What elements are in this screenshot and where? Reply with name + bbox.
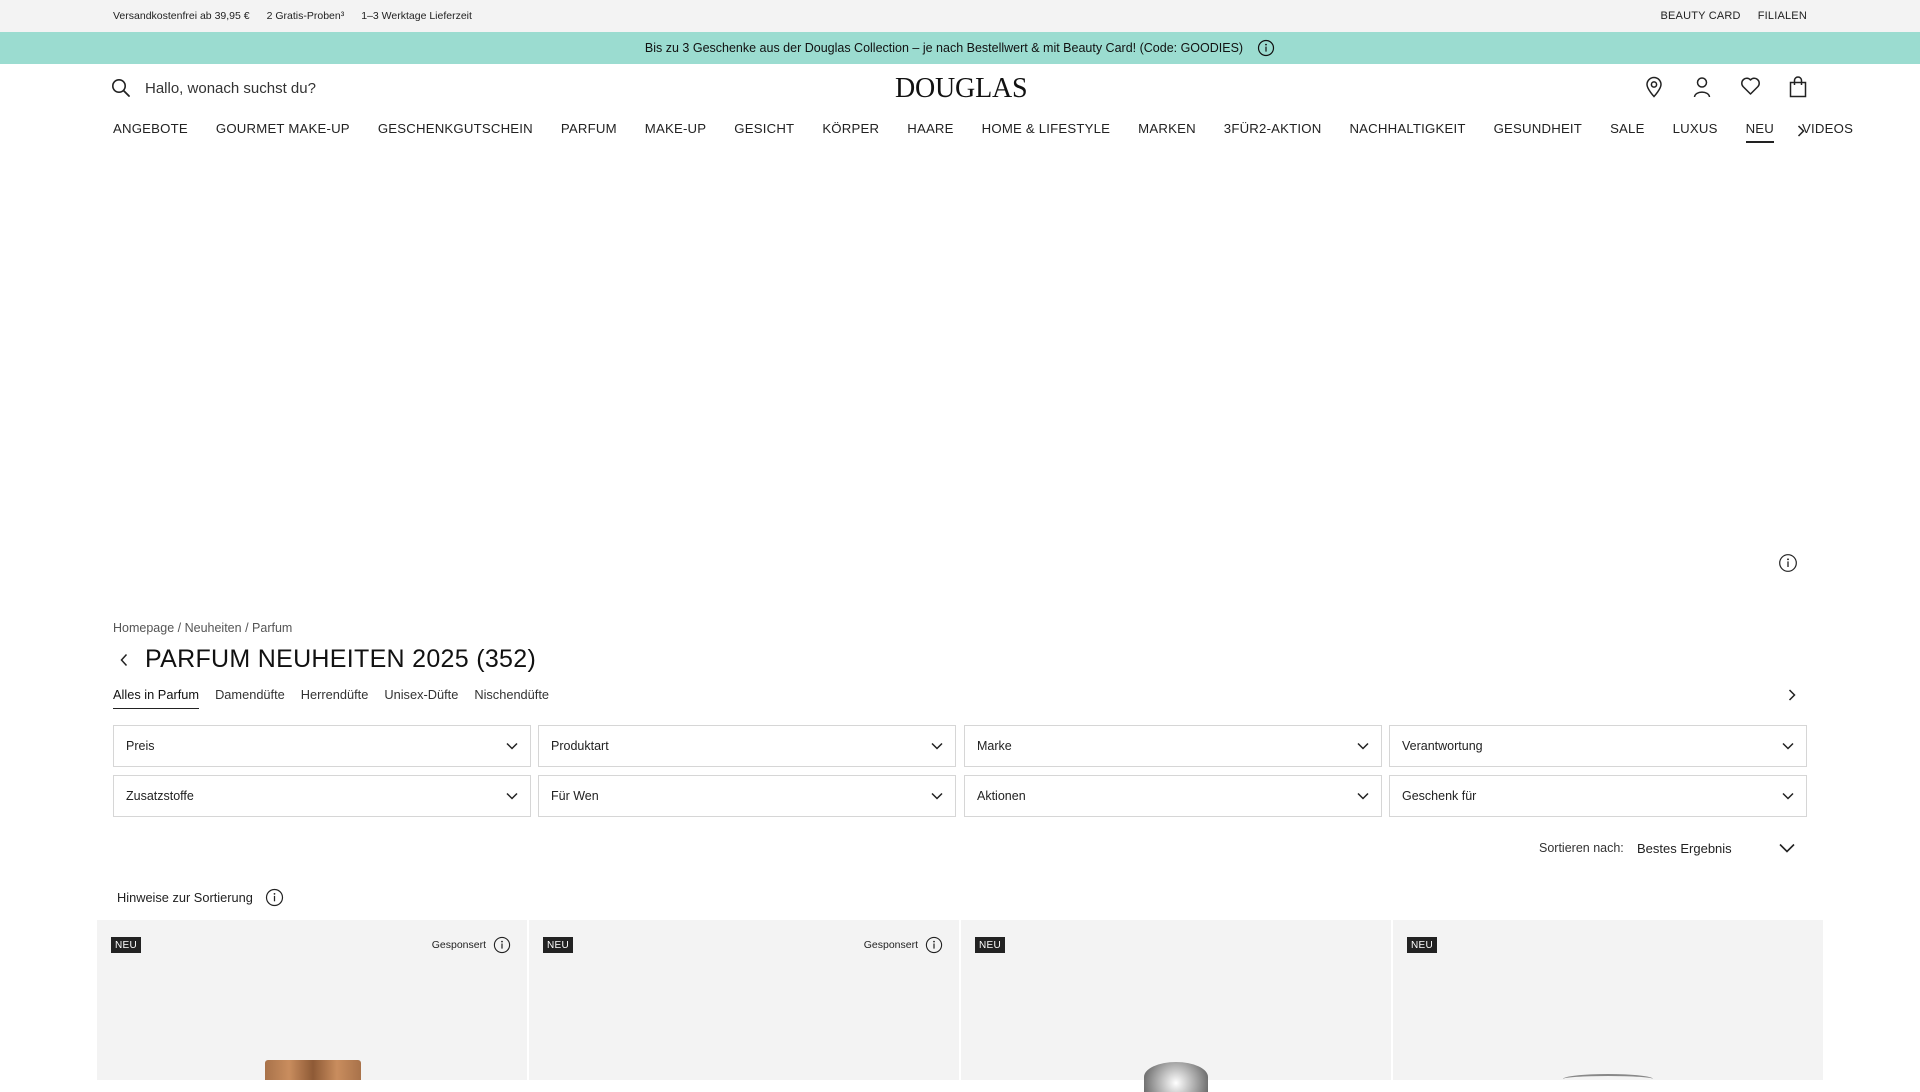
filter-preis[interactable]: Preis [113,725,531,767]
breadcrumb-homepage[interactable]: Homepage [113,621,174,635]
chevron-down-icon [1781,741,1795,751]
breadcrumb-parfum[interactable]: Parfum [252,621,292,635]
product-card[interactable]: NEU Gesponsert [97,920,527,1080]
filter-marke[interactable]: Marke [964,725,1382,767]
sorting-hint[interactable]: Hinweise zur Sortierung [117,888,284,907]
filter-label: Produktart [551,739,609,753]
sponsored-label[interactable]: Gesponsert [864,936,943,954]
sponsored-text: Gesponsert [863,939,918,951]
stores-link[interactable]: FILIALEN [1758,10,1807,22]
search-icon[interactable] [111,78,131,98]
chevron-down-icon [930,741,944,751]
info-icon[interactable] [1257,39,1275,57]
filter-label: Aktionen [977,789,1026,803]
page-title-text: PARFUM NEUHEITEN 2025 [145,645,469,673]
filter-verantwortung[interactable]: Verantwortung [1389,725,1807,767]
breadcrumb: Homepage / Neuheiten / Parfum [113,621,293,635]
nav-item-home-lifestyle[interactable]: HOME & LIFESTYLE [982,121,1111,145]
chevron-down-icon[interactable] [1778,842,1796,854]
filter-label: Geschenk für [1402,789,1477,803]
nav-item-koerper[interactable]: KÖRPER [822,121,879,145]
nav-item-marken[interactable]: MARKEN [1138,121,1196,145]
usp-free-shipping: Versandkostenfrei ab 39,95 € [113,10,250,22]
filter-produktart[interactable]: Produktart [538,725,956,767]
category-tabs: Alles in Parfum Damendüfte Herrendüfte U… [113,687,549,709]
chevron-down-icon [505,741,519,751]
nav-item-gesicht[interactable]: GESICHT [734,121,794,145]
nav-item-angebote[interactable]: ANGEBOTE [113,121,188,145]
sorting-hint-text: Hinweise zur Sortierung [117,890,253,905]
filter-label: Für Wen [551,789,599,803]
result-count: (352) [476,645,537,673]
chevron-down-icon [1781,791,1795,801]
info-icon[interactable] [1778,553,1798,573]
sponsored-text: Gesponsert [431,939,486,951]
nav-item-make-up[interactable]: MAKE-UP [645,121,706,145]
cart-icon[interactable] [1789,76,1807,98]
douglas-logo[interactable]: DOUGLAS [895,73,1028,105]
sort-select[interactable]: Bestes Ergebnis [1637,841,1732,856]
nav-item-videos[interactable]: VIDEOS [1802,121,1853,145]
product-image[interactable] [1144,1062,1208,1092]
location-icon[interactable] [1644,76,1664,98]
nav-item-3fuer2-aktion[interactable]: 3FÜR2-AKTION [1224,121,1322,145]
filter-zusatzstoffe[interactable]: Zusatzstoffe [113,775,531,817]
nav-item-haare[interactable]: HAARE [907,121,953,145]
new-badge: NEU [1407,937,1438,953]
info-icon[interactable] [925,936,943,954]
filter-geschenk-fuer[interactable]: Geschenk für [1389,775,1807,817]
new-badge: NEU [543,937,574,953]
tab-alles-in-parfum[interactable]: Alles in Parfum [113,687,200,709]
product-image[interactable] [265,1060,361,1080]
filter-fuer-wen[interactable]: Für Wen [538,775,956,817]
product-card[interactable]: NEU [1393,920,1823,1080]
tab-unisex-duefte[interactable]: Unisex-Düfte [384,687,458,709]
search-input[interactable] [145,74,545,102]
chevron-down-icon [1356,791,1370,801]
sort-label: Sortieren nach: [1539,841,1624,855]
sponsored-label[interactable]: Gesponsert [432,936,511,954]
product-image[interactable] [1563,1074,1653,1084]
back-arrow-icon[interactable] [118,652,130,668]
account-icon[interactable] [1692,76,1712,98]
filter-label: Verantwortung [1402,739,1483,753]
new-badge: NEU [111,937,142,953]
filter-label: Preis [126,739,155,753]
filter-label: Marke [977,739,1012,753]
new-badge: NEU [975,937,1006,953]
nav-item-parfum[interactable]: PARFUM [561,121,617,145]
tabs-scroll-right-icon[interactable] [1786,688,1798,702]
info-icon[interactable] [265,888,284,907]
promo-text: Bis zu 3 Geschenke aus der Douglas Colle… [644,41,1244,55]
utility-bar: Versandkostenfrei ab 39,95 € 2 Gratis-Pr… [0,0,1920,32]
chevron-down-icon [930,791,944,801]
chevron-down-icon [1356,741,1370,751]
tab-damenduefte[interactable]: Damendüfte [215,687,285,709]
nav-scroll-right-icon[interactable] [1795,124,1807,138]
nav-item-sale[interactable]: SALE [1610,121,1645,145]
promo-banner[interactable]: Bis zu 3 Geschenke aus der Douglas Colle… [0,32,1920,64]
product-card[interactable]: NEU Gesponsert [529,920,959,1080]
nav-item-geschenkgutschein[interactable]: GESCHENKGUTSCHEIN [378,121,533,145]
filter-label: Zusatzstoffe [126,789,194,803]
tab-herrenduefte[interactable]: Herrendüfte [301,687,369,709]
chevron-down-icon [505,791,519,801]
info-icon[interactable] [493,936,511,954]
nav-item-gourmet-make-up[interactable]: GOURMET MAKE-UP [216,121,350,145]
nav-item-luxus[interactable]: LUXUS [1673,121,1718,145]
usp-free-samples: 2 Gratis-Proben³ [266,10,345,22]
nav-item-neu[interactable]: NEU [1745,121,1775,145]
product-card[interactable]: NEU [961,920,1391,1092]
wishlist-icon[interactable] [1740,76,1761,96]
filter-aktionen[interactable]: Aktionen [964,775,1382,817]
page-title: PARFUM NEUHEITEN 2025 (352) [145,645,536,674]
tab-nischenduefte[interactable]: Nischendüfte [474,687,549,709]
header: DOUGLAS [0,64,1920,112]
nav-item-nachhaltigkeit[interactable]: NACHHALTIGKEIT [1349,121,1465,145]
usp-delivery-time: 1–3 Werktage Lieferzeit [361,10,472,22]
nav-item-gesundheit[interactable]: GESUNDHEIT [1494,121,1582,145]
breadcrumb-neuheiten[interactable]: Neuheiten [185,621,242,635]
beauty-card-link[interactable]: BEAUTY CARD [1660,10,1740,22]
main-navigation: ANGEBOTE GOURMET MAKE-UP GESCHENKGUTSCHE… [113,121,1881,145]
